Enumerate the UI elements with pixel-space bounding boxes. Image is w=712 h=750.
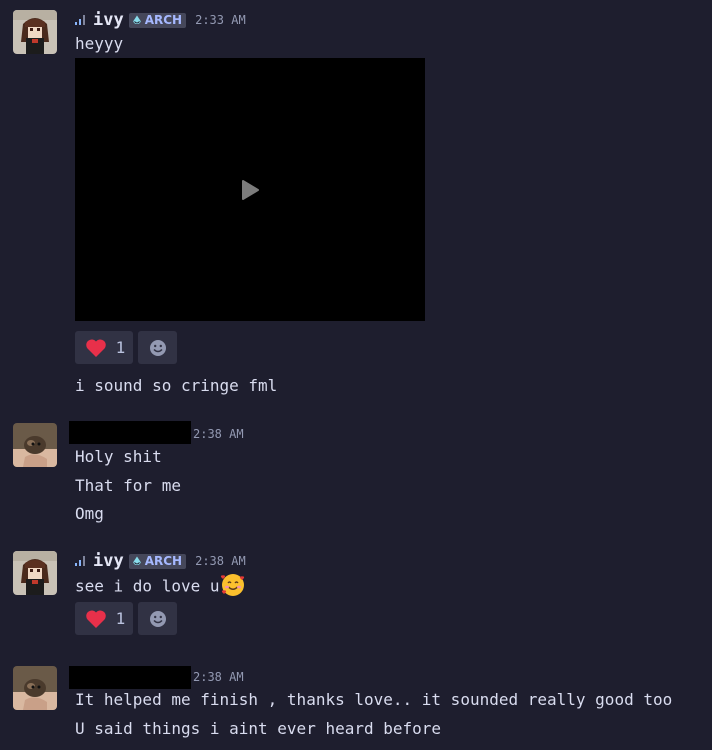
role-badge[interactable]: ARCH <box>128 12 187 28</box>
avatar[interactable] <box>13 666 57 710</box>
reactions-bar: 1 <box>75 331 177 364</box>
username[interactable]: ivy <box>93 10 124 30</box>
message-text: Omg <box>75 504 104 523</box>
message-text-content: see i do love u <box>75 576 220 596</box>
reactions-bar: 1 <box>75 602 177 635</box>
heart-reaction-button[interactable]: 1 <box>75 331 133 364</box>
message-header: ivy ARCH 2:33 AM <box>75 10 246 30</box>
timestamp: 2:38 AM <box>193 427 244 441</box>
message-text: U said things i aint ever heard before <box>75 719 442 738</box>
add-reaction-button[interactable] <box>138 331 177 364</box>
message-header: ivy ARCH 2:38 AM <box>75 551 246 571</box>
message-text: It helped me finish , thanks love.. it s… <box>75 690 673 709</box>
reaction-count: 1 <box>115 609 126 628</box>
add-reaction-icon <box>149 610 166 627</box>
avatar[interactable] <box>13 551 57 595</box>
redacted-username <box>69 666 191 689</box>
message-text: heyyy <box>75 34 124 53</box>
badge-label: ARCH <box>144 553 183 568</box>
video-attachment[interactable] <box>75 58 425 321</box>
message-group-1: ivy ARCH 2:33 AM heyyy 1 i sound so crin… <box>0 0 712 410</box>
timestamp: 2:33 AM <box>195 13 246 27</box>
message-group-3: ivy ARCH 2:38 AM see i do love u 1 <box>0 540 712 650</box>
play-icon[interactable] <box>240 179 260 201</box>
reaction-count: 1 <box>115 338 126 357</box>
avatar[interactable] <box>13 423 57 467</box>
add-reaction-button[interactable] <box>138 602 177 635</box>
message-group-2: 2:38 AM Holy shit That for me Omg <box>0 410 712 530</box>
role-badge[interactable]: ARCH <box>128 553 187 569</box>
badge-label: ARCH <box>144 12 183 27</box>
smiling-face-with-hearts-icon <box>220 574 244 596</box>
drop-icon <box>132 556 141 565</box>
message-group-4: 2:38 AM It helped me finish , thanks lov… <box>0 655 712 750</box>
redacted-username <box>69 421 191 444</box>
drop-icon <box>132 15 141 24</box>
message-text: That for me <box>75 476 181 495</box>
heart-reaction-button[interactable]: 1 <box>75 602 133 635</box>
message-text: Holy shit <box>75 447 162 466</box>
add-reaction-icon <box>149 339 166 356</box>
avatar[interactable] <box>13 10 57 54</box>
message-text: see i do love u <box>75 574 246 600</box>
heart-icon <box>85 338 106 357</box>
username[interactable]: ivy <box>93 551 124 571</box>
heart-icon <box>85 609 106 628</box>
signal-icon <box>75 15 85 25</box>
message-text: i sound so cringe fml <box>75 376 278 395</box>
signal-icon <box>75 556 85 566</box>
timestamp: 2:38 AM <box>193 670 244 684</box>
timestamp: 2:38 AM <box>195 554 246 568</box>
